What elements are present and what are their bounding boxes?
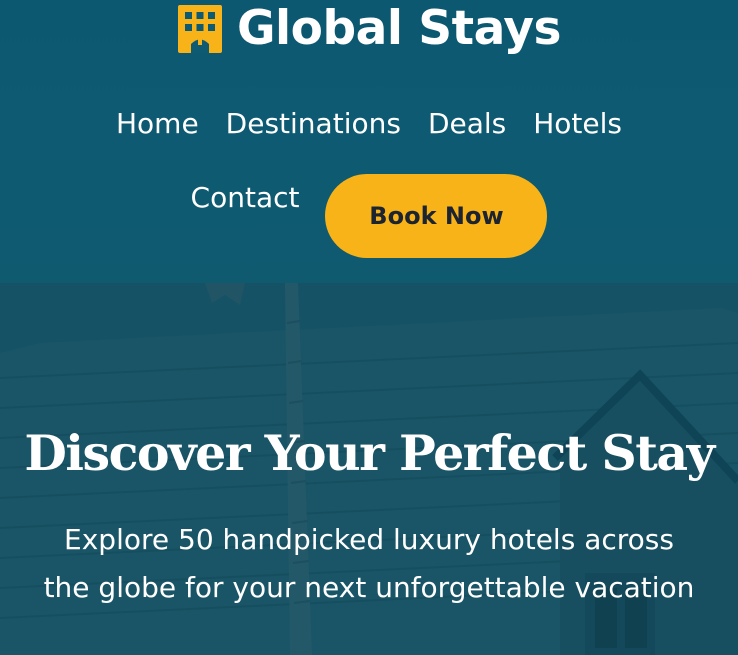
hero-section: Discover Your Perfect Stay Explore 50 ha… xyxy=(0,283,738,655)
nav-link-hotels[interactable]: Hotels xyxy=(533,104,622,144)
main-nav: Home Destinations Deals Hotels xyxy=(0,104,738,144)
main-nav-row-2: Contact Book Now xyxy=(0,174,738,258)
brand-name: Global Stays xyxy=(236,0,562,56)
hero-title: Discover Your Perfect Stay xyxy=(24,424,715,482)
hero-subtitle: Explore 50 handpicked luxury hotels acro… xyxy=(43,523,695,604)
hotel-building-icon xyxy=(177,5,222,53)
nav-link-destinations[interactable]: Destinations xyxy=(226,104,401,144)
nav-link-deals[interactable]: Deals xyxy=(428,104,506,144)
nav-link-contact[interactable]: Contact xyxy=(191,178,300,218)
site-header: Global Stays Home Destinations Deals Hot… xyxy=(0,0,738,283)
book-now-button[interactable]: Book Now xyxy=(325,174,548,258)
brand-logo[interactable]: Global Stays xyxy=(0,0,738,56)
nav-link-home[interactable]: Home xyxy=(116,104,199,144)
